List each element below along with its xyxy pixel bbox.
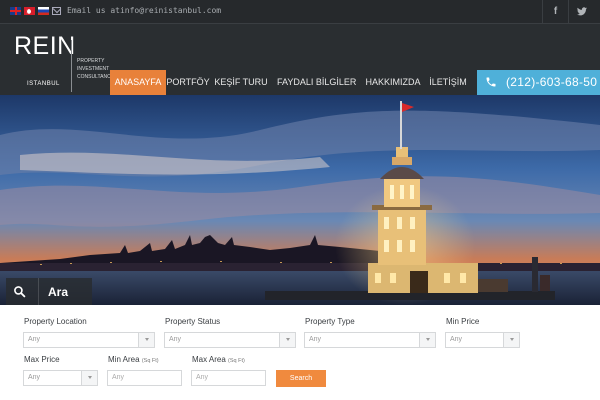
- max-price-select[interactable]: Any: [23, 370, 98, 386]
- chevron-down-icon: [419, 333, 435, 347]
- nav-anasayfa[interactable]: ANASAYFA: [110, 70, 166, 95]
- property-status-label: Property Status: [165, 317, 221, 326]
- chevron-down-icon: [279, 333, 295, 347]
- nav-portfoy[interactable]: PORTFÖY: [166, 70, 210, 95]
- chevron-down-icon: [503, 333, 519, 347]
- phone-box[interactable]: (212)-603-68-50: [477, 70, 600, 95]
- phone-icon: [486, 77, 496, 87]
- nav-kesif-turu[interactable]: KEŞİF TURU: [214, 70, 268, 95]
- flag-ru-icon[interactable]: [38, 7, 49, 15]
- property-status-select[interactable]: Any: [164, 332, 296, 348]
- property-type-select[interactable]: Any: [304, 332, 436, 348]
- search-tab[interactable]: Ara: [6, 278, 92, 305]
- property-type-label: Property Type: [305, 317, 355, 326]
- search-icon: [14, 286, 26, 298]
- max-price-label: Max Price: [24, 355, 60, 364]
- chevron-down-icon: [81, 371, 97, 385]
- search-tab-label: Ara: [48, 285, 69, 299]
- flag-uk-icon[interactable]: [10, 7, 21, 15]
- facebook-icon[interactable]: f: [542, 0, 568, 24]
- mail-icon: [52, 7, 61, 15]
- phone-number: (212)-603-68-50: [506, 75, 598, 89]
- contact-email[interactable]: Email us atinfo@reinistanbul.com: [67, 6, 221, 15]
- min-price-label: Min Price: [446, 317, 480, 326]
- twitter-icon[interactable]: [568, 0, 594, 24]
- max-area-label: Max Area (Sq Ft): [192, 355, 245, 364]
- min-price-select[interactable]: Any: [445, 332, 520, 348]
- logo-city: ISTANBUL: [27, 81, 60, 87]
- flag-tr-icon[interactable]: [24, 7, 35, 15]
- search-button[interactable]: Search: [276, 370, 326, 387]
- search-tab-divider: [38, 278, 39, 305]
- logo-tagline: PROPERTY INVESTMENT CONSULTANCY: [77, 58, 115, 80]
- chevron-down-icon: [138, 333, 154, 347]
- max-area-input[interactable]: Any: [191, 370, 266, 386]
- property-location-label: Property Location: [24, 317, 87, 326]
- top-bar: Email us atinfo@reinistanbul.com f: [0, 0, 600, 24]
- nav-faydali-bilgiler[interactable]: FAYDALI BİLGİLER: [277, 70, 356, 95]
- nav-iletisim[interactable]: İLETİŞİM: [428, 70, 468, 95]
- min-area-input[interactable]: Any: [107, 370, 182, 386]
- logo-text[interactable]: REIN: [14, 32, 76, 61]
- hero-banner: [0, 95, 600, 305]
- logo-divider: [71, 40, 72, 92]
- nav-hakkimizda[interactable]: HAKKIMIZDA: [364, 70, 422, 95]
- min-area-label: Min Area (Sq Ft): [108, 355, 159, 364]
- property-location-select[interactable]: Any: [23, 332, 155, 348]
